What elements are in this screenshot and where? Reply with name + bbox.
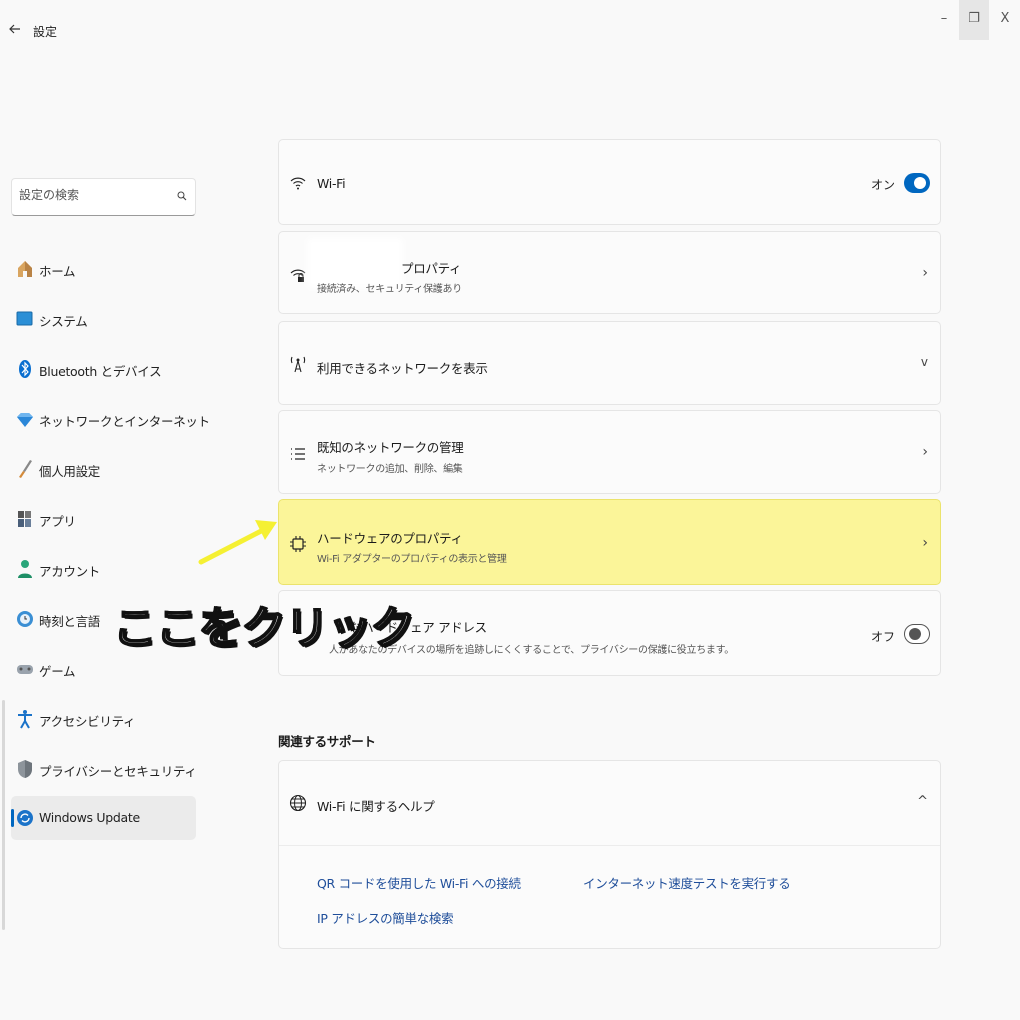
sidebar-scrollbar[interactable] [2,700,5,930]
accessibility-icon [18,710,32,729]
apps-icon [18,511,31,527]
sidebar-item-bluetooth[interactable]: Bluetooth とデバイス [11,347,196,391]
chevron-down-icon: v [920,355,928,369]
close-button[interactable]: X [990,0,1020,40]
related-support-heading: 関連するサポート [278,734,376,749]
chip-icon [290,536,306,552]
link-qr-code-wifi[interactable]: QR コードを使用した Wi-Fi への接続 [317,873,521,892]
known-networks-card[interactable]: 既知のネットワークの管理 ネットワークの追加、削除、編集 › [278,410,941,494]
windows-update-icon [17,810,33,826]
window-title: 設定 [33,25,58,39]
wifi-toggle-label: オン [870,178,895,192]
sidebar-item-label: アカウント [39,564,101,579]
maximize-button[interactable]: ❐ [959,0,989,40]
sidebar-item-personalization[interactable]: 個人用設定 [11,447,196,491]
network-properties-card[interactable]: プロパティ 接続済み、セキュリティ保護あり › [278,231,941,314]
gamepad-icon [17,665,33,674]
minimize-button[interactable]: – [929,0,959,40]
network-icon [17,413,33,427]
network-properties-subtitle: 接続済み、セキュリティ保護あり [317,284,462,295]
available-networks-card[interactable]: 利用できるネットワークを表示 v [278,321,941,405]
sidebar-item-privacy[interactable]: プライバシーとセキュリティ [11,747,197,791]
sidebar-item-label: ネットワークとインターネット [39,414,210,429]
chevron-right-icon: › [922,444,928,460]
sidebar-item-label: Windows Update [39,810,140,825]
annotation-arrow-icon [198,520,277,565]
sidebar-item-label: アプリ [39,514,76,529]
sidebar-item-system[interactable]: システム [11,297,196,341]
network-properties-title: プロパティ [401,261,462,276]
account-icon [18,560,32,578]
annotation-click-here: ここをクリック [112,602,416,655]
sidebar-item-label: Bluetooth とデバイス [39,364,162,379]
chevron-up-icon[interactable]: ^ [917,794,928,809]
bluetooth-icon [19,360,31,378]
sidebar-item-home[interactable]: ホーム [11,247,196,291]
random-address-toggle[interactable] [904,624,930,644]
link-speed-test[interactable]: インターネット速度テストを実行する [583,873,791,892]
wifi-help-card: Wi-Fi に関するヘルプ ^ QR コードを使用した Wi-Fi への接続 イ… [278,760,941,949]
wifi-icon [290,177,306,190]
sidebar-item-network[interactable]: ネットワークとインターネット [11,397,210,441]
antenna-icon [290,356,306,373]
home-icon [18,261,32,277]
selection-indicator [11,809,14,827]
wifi-toggle[interactable] [904,173,930,193]
sidebar-item-label: 個人用設定 [39,464,101,479]
sidebar-item-label: ホーム [39,264,76,279]
wifi-secure-icon [290,269,306,282]
system-icon [16,311,33,326]
shield-icon [18,760,32,778]
known-networks-subtitle: ネットワークの追加、削除、編集 [317,464,463,475]
sidebar-item-label: ゲーム [39,664,76,679]
wifi-help-title: Wi-Fi に関するヘルプ [317,799,435,814]
random-address-toggle-label: オフ [870,630,895,644]
divider [279,845,940,846]
hardware-properties-title: ハードウェアのプロパティ [317,531,463,546]
sidebar-item-label: プライバシーとセキュリティ [39,764,197,779]
list-icon [291,448,305,460]
wifi-card: Wi-Fi オン [278,139,941,225]
sidebar-item-label: 時刻と言語 [39,614,101,629]
sidebar-item-apps[interactable]: アプリ [11,497,196,541]
link-ip-address-lookup[interactable]: IP アドレスの簡単な検索 [317,908,454,927]
search-input[interactable] [19,188,169,202]
wifi-title: Wi-Fi [317,176,346,191]
sidebar-item-accounts[interactable]: アカウント [11,547,196,591]
known-networks-title: 既知のネットワークの管理 [317,440,464,455]
globe-icon [289,794,307,812]
available-networks-title: 利用できるネットワークを表示 [317,361,488,376]
back-arrow-icon[interactable] [8,20,26,42]
sidebar-item-accessibility[interactable]: アクセシビリティ [11,697,196,741]
hardware-properties-card[interactable]: ハードウェアのプロパティ Wi-Fi アダプターのプロパティの表示と管理 › [278,499,941,585]
search-box[interactable] [11,178,196,216]
chevron-right-icon: › [922,265,928,281]
time-language-icon [17,611,33,627]
sidebar-item-label: システム [39,314,88,329]
sidebar-item-label: アクセシビリティ [39,714,136,729]
brush-icon [19,460,32,478]
hardware-properties-subtitle: Wi-Fi アダプターのプロパティの表示と管理 [317,554,507,565]
sidebar-item-windows-update[interactable]: Windows Update [11,796,196,840]
search-icon [177,191,187,201]
chevron-right-icon: › [922,535,928,551]
